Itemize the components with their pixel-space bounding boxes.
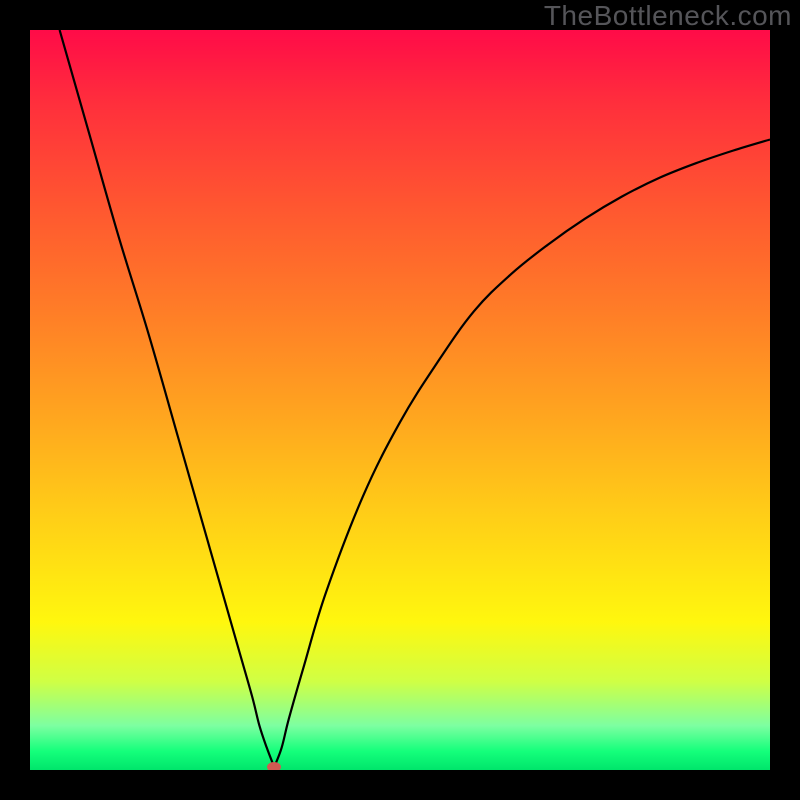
plot-area <box>30 30 770 770</box>
bottleneck-curve <box>30 30 770 770</box>
curve-right-branch <box>274 140 770 768</box>
curve-left-branch <box>60 30 275 767</box>
minimum-marker-icon <box>267 762 281 770</box>
chart-frame: TheBottleneck.com <box>0 0 800 800</box>
watermark-text: TheBottleneck.com <box>544 0 792 32</box>
